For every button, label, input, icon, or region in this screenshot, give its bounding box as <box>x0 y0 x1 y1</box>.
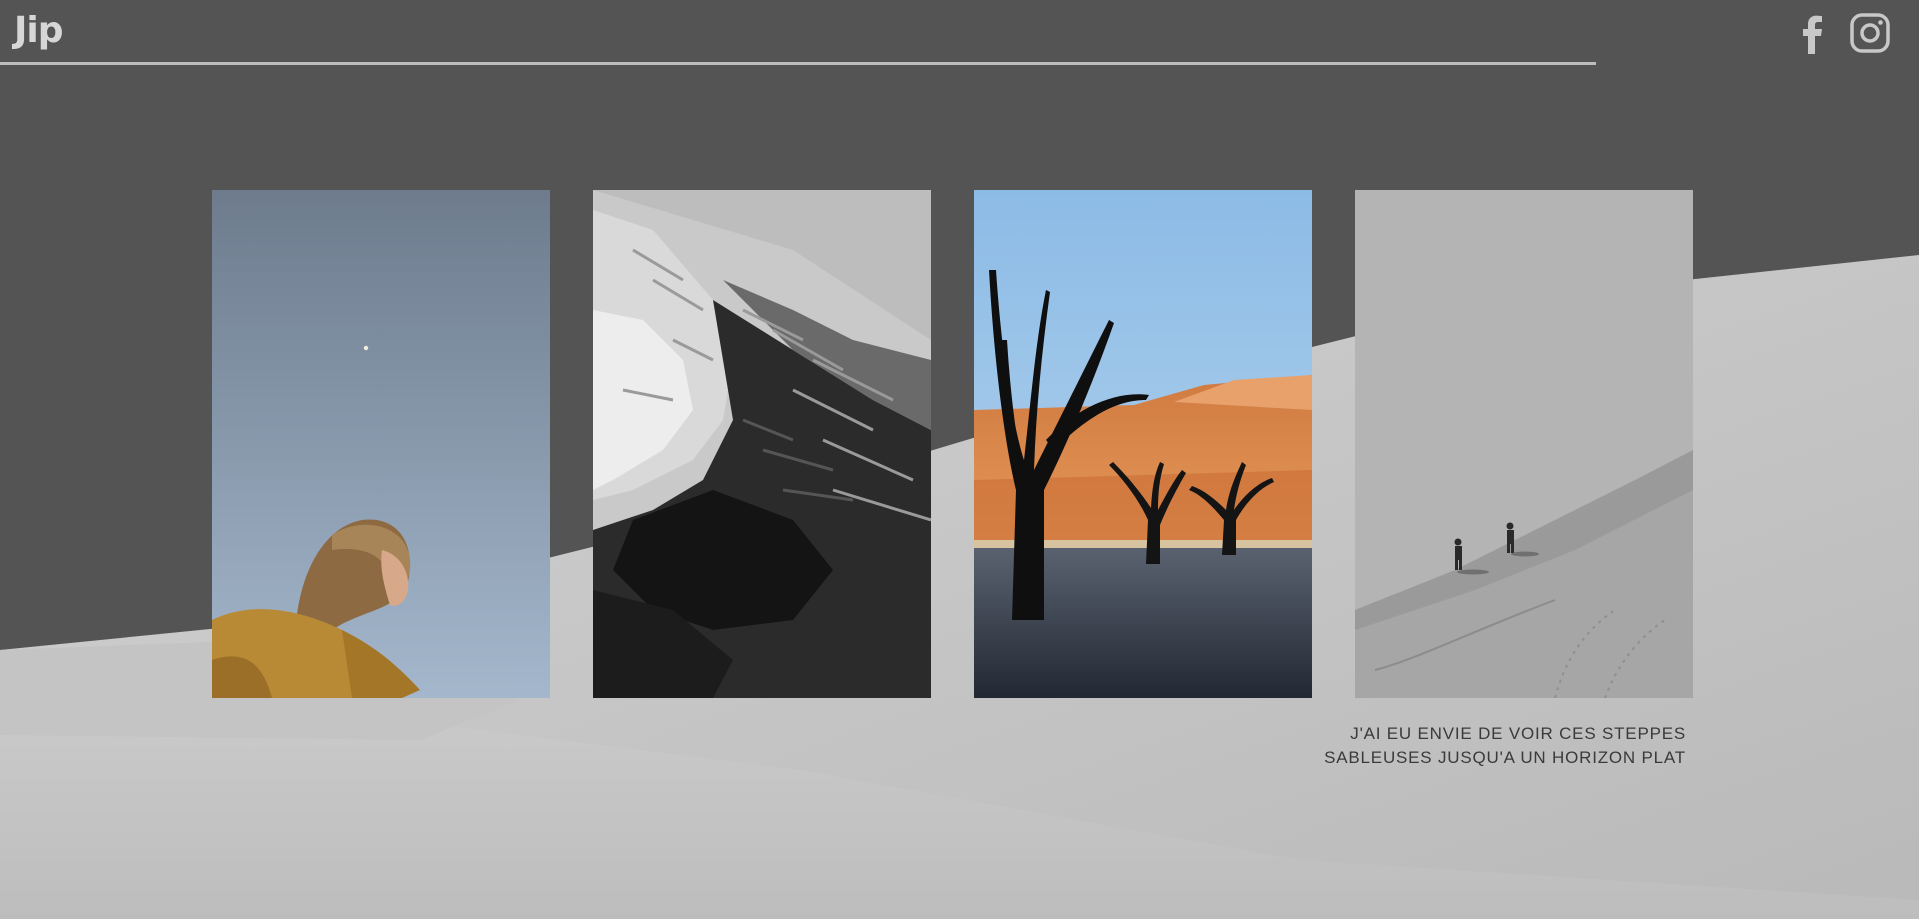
header-divider <box>0 62 1596 65</box>
gallery-photo-deadvlei[interactable] <box>974 190 1312 698</box>
caption-line-2: SABLEUSES JUSQU'A UN HORIZON PLAT <box>1324 748 1686 767</box>
facebook-icon[interactable] <box>1793 12 1833 55</box>
site-logo[interactable]: Jip <box>14 10 64 51</box>
gallery-caption: J'AI EU ENVIE DE VOIR CES STEPPES SABLEU… <box>1240 722 1686 770</box>
gallery-photo-hikers[interactable] <box>1355 190 1693 698</box>
caption-line-1: J'AI EU ENVIE DE VOIR CES STEPPES <box>1350 724 1686 743</box>
instagram-icon[interactable] <box>1849 12 1890 54</box>
gallery-photo-sand-ridge[interactable] <box>593 190 931 698</box>
site-header: Jip <box>0 0 1919 65</box>
gallery-photo-woman[interactable] <box>212 190 550 698</box>
